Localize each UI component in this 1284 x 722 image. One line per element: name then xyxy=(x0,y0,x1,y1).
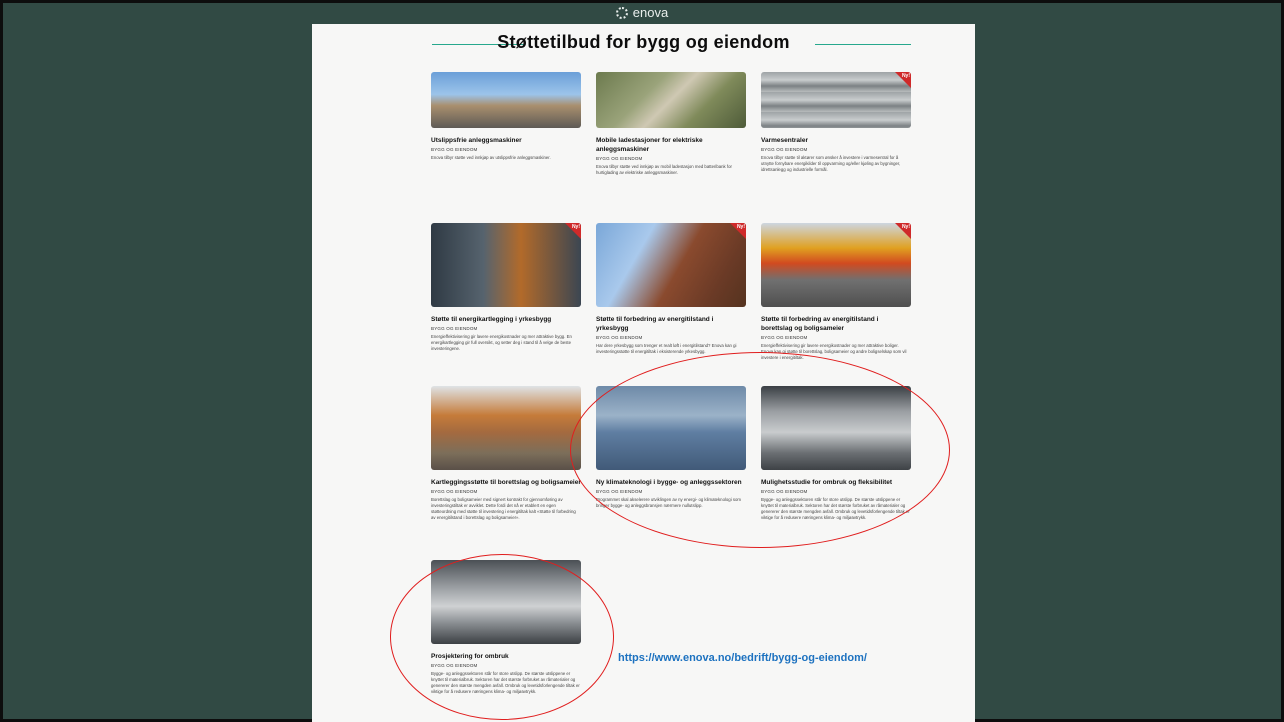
logo-text: enova xyxy=(632,5,669,20)
card-energikartlegging-yrkesbygg[interactable]: Ny! Støtte til energikartlegging i yrkes… xyxy=(431,223,581,352)
source-url-link[interactable]: https://www.enova.no/bedrift/bygg-og-eie… xyxy=(618,652,867,664)
card-image[interactable]: Ny! xyxy=(761,223,911,307)
page-title: Støttetilbud for bygg og eiendom xyxy=(497,32,790,52)
card-description: Enova tilbyr støtte ved innkjøp av utsli… xyxy=(431,155,551,160)
highlight-ellipse-row4 xyxy=(390,554,614,720)
card-description: Energieffektivisering gir lavere energik… xyxy=(431,334,572,351)
new-badge: Ny! xyxy=(565,223,581,239)
card-title[interactable]: Mobile ladestasjoner for elektriske anle… xyxy=(596,136,746,154)
card-category: BYGG OG EIENDOM xyxy=(596,156,643,161)
new-badge: Ny! xyxy=(895,223,911,239)
card-utslippsfrie-anleggsmaskiner[interactable]: Utslippsfrie anleggsmaskiner BYGG OG EIE… xyxy=(431,72,581,161)
new-badge: Ny! xyxy=(895,72,911,88)
new-badge: Ny! xyxy=(730,223,746,239)
card-description: Borettslag og boligsameier med signert k… xyxy=(431,497,576,520)
card-image[interactable] xyxy=(596,72,746,128)
card-varmesentraler[interactable]: Ny! Varmesentraler BYGG OG EIENDOM Enova… xyxy=(761,72,911,173)
enova-logo: enova xyxy=(0,4,1284,22)
page-heading: Støttetilbud for bygg og eiendom xyxy=(312,32,975,58)
card-category: BYGG OG EIENDOM xyxy=(431,147,478,152)
enova-logo-icon xyxy=(615,7,628,19)
card-title[interactable]: Varmesentraler xyxy=(761,136,911,145)
card-energitilstand-borettslag[interactable]: Ny! Støtte til forbedring av energitilst… xyxy=(761,223,911,361)
card-category: BYGG OG EIENDOM xyxy=(761,335,808,340)
card-description: Enova tilbyr støtte ved innkjøp av mobil… xyxy=(596,164,732,175)
card-image[interactable]: Ny! xyxy=(431,223,581,307)
card-category: BYGG OG EIENDOM xyxy=(596,335,643,340)
card-title[interactable]: Utslippsfrie anleggsmaskiner xyxy=(431,136,581,145)
card-image[interactable] xyxy=(431,386,581,470)
card-category: BYGG OG EIENDOM xyxy=(431,326,478,331)
card-title[interactable]: Støtte til energikartlegging i yrkesbygg xyxy=(431,315,581,324)
card-title[interactable]: Kartleggingsstøtte til borettslag og bol… xyxy=(431,478,581,487)
card-title[interactable]: Støtte til forbedring av energitilstand … xyxy=(761,315,911,333)
card-category: BYGG OG EIENDOM xyxy=(431,489,478,494)
card-mobile-ladestasjoner[interactable]: Mobile ladestasjoner for elektriske anle… xyxy=(596,72,746,176)
card-description: Enova tilbyr støtte til aktører som ønsk… xyxy=(761,155,901,172)
card-kartleggingsstotte-borettslag[interactable]: Kartleggingsstøtte til borettslag og bol… xyxy=(431,386,581,521)
highlight-ellipse-row3 xyxy=(570,352,950,548)
card-title[interactable]: Støtte til forbedring av energitilstand … xyxy=(596,315,746,333)
card-image[interactable]: Ny! xyxy=(596,223,746,307)
card-image[interactable] xyxy=(431,72,581,128)
card-energitilstand-yrkesbygg[interactable]: Ny! Støtte til forbedring av energitilst… xyxy=(596,223,746,355)
card-category: BYGG OG EIENDOM xyxy=(761,147,808,152)
card-image[interactable]: Ny! xyxy=(761,72,911,128)
